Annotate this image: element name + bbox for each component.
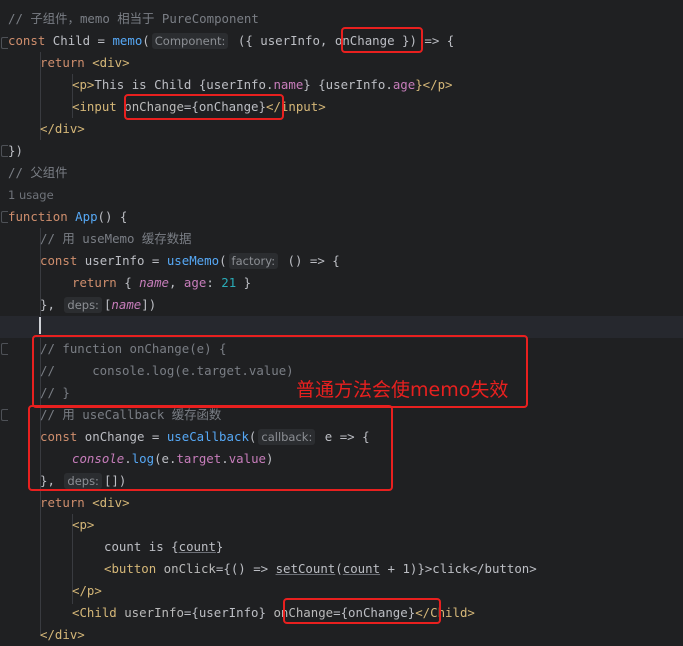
fold-marker-icon[interactable]	[1, 343, 8, 355]
identifier: count	[178, 539, 216, 554]
code-line-26[interactable]: <button onClick={() => setCount(count + …	[104, 558, 683, 580]
code-text: },	[40, 297, 55, 312]
keyword: const	[8, 33, 46, 48]
code-text: }	[215, 539, 224, 554]
property: age	[392, 77, 416, 92]
code-text: + 1)}>click</button>	[380, 561, 537, 576]
code-text: :	[206, 275, 222, 290]
highlight-box-child-onchange	[283, 598, 441, 624]
jsx-tag: <div>	[84, 495, 130, 510]
property: name	[111, 297, 142, 312]
jsx-tag: </div>	[40, 121, 85, 136]
code-text: })	[8, 143, 23, 158]
code-line-8[interactable]: // 父组件	[8, 162, 683, 184]
code-text: } {userInfo.	[303, 77, 393, 92]
identifier: count	[342, 561, 381, 576]
keyword: function	[8, 209, 68, 224]
usage-hint[interactable]: 1 usage	[8, 184, 683, 206]
code-line-11[interactable]: // 用 useMemo 缓存数据	[40, 228, 683, 250]
property: name	[139, 275, 169, 290]
code-line-12[interactable]: const userInfo = useMemo(factory: () => …	[40, 250, 683, 272]
jsx-attr: onClick	[156, 561, 216, 576]
jsx-tag: <p>	[72, 517, 95, 532]
code-line-23[interactable]: return <div>	[40, 492, 683, 514]
jsx-attr: userInfo	[116, 605, 184, 620]
punct: (	[335, 561, 343, 576]
code-text: ({ userInfo,	[230, 33, 328, 48]
function-name: memo	[112, 33, 143, 48]
jsx-tag: <p>	[72, 77, 95, 92]
param-hint: Component:	[151, 33, 229, 49]
code-line-3[interactable]: return <div>	[40, 52, 683, 74]
code-text: {	[116, 275, 140, 290]
param-hint: deps:	[64, 297, 102, 313]
identifier: userInfo =	[77, 253, 167, 268]
jsx-tag: </p>	[72, 583, 102, 598]
keyword: return	[40, 55, 85, 70]
keyword: return	[72, 275, 117, 290]
code-text: ={userInfo}	[183, 605, 266, 620]
fold-marker-icon[interactable]	[1, 409, 8, 421]
code-text: ={() =>	[215, 561, 276, 576]
code-text: count is {	[104, 539, 179, 554]
code-line-6[interactable]: </div>	[40, 118, 683, 140]
function-name: setCount	[275, 561, 336, 576]
punct: (	[142, 33, 150, 48]
jsx-tag: <div>	[84, 55, 130, 70]
function-name: useMemo	[166, 253, 220, 268]
code-line-29[interactable]: </div>	[40, 624, 683, 646]
jsx-tag: <Child	[72, 605, 117, 620]
jsx-tag: <button	[104, 561, 157, 576]
code-text: ,	[169, 275, 184, 290]
code-editor[interactable]: // 子组件，memo 相当于 PureComponent const Chil…	[0, 0, 683, 642]
code-line-7[interactable]: })	[8, 140, 683, 162]
fold-marker-icon[interactable]	[1, 145, 8, 157]
code-line-13[interactable]: return { name, age: 21 }	[72, 272, 683, 294]
highlight-box-input-onchange	[124, 94, 284, 120]
annotation-text: 普通方法会使memo失效	[296, 379, 509, 401]
number-literal: 21	[221, 275, 237, 290]
comment: // 子组件，memo 相当于 PureComponent	[8, 11, 259, 26]
text-caret	[39, 317, 41, 334]
property: age	[183, 275, 207, 290]
code-line-14[interactable]: }, deps: [name])	[40, 294, 683, 316]
code-text: This is Child {userInfo.	[94, 77, 274, 92]
code-text: () => {	[280, 253, 340, 268]
param-hint: factory:	[228, 253, 279, 269]
code-line-25[interactable]: count is {count}	[104, 536, 683, 558]
code-text: () {	[97, 209, 128, 224]
property: name	[273, 77, 304, 92]
code-text: ])	[141, 297, 157, 312]
usage-count[interactable]: 1 usage	[8, 188, 54, 202]
jsx-tag: <input	[72, 99, 117, 114]
comment: // 用 useMemo 缓存数据	[40, 231, 192, 246]
code-line-4[interactable]: <p>This is Child {userInfo.name} {userIn…	[72, 74, 683, 96]
code-line-10[interactable]: function App() {	[8, 206, 683, 228]
fold-marker-icon[interactable]	[1, 37, 8, 49]
keyword: return	[40, 495, 85, 510]
fold-marker-icon[interactable]	[1, 211, 8, 223]
function-name: App	[75, 209, 98, 224]
jsx-tag: </div>	[40, 627, 85, 642]
identifier: Child =	[45, 33, 113, 48]
comment: // 父组件	[8, 165, 68, 180]
keyword: const	[40, 253, 78, 268]
highlight-box-onchange-prop	[341, 27, 423, 53]
code-line-24[interactable]: <p>	[72, 514, 683, 536]
code-text: }	[236, 275, 252, 290]
jsx-tag: }</p>	[415, 77, 453, 92]
highlight-box-usecallback	[28, 405, 393, 491]
